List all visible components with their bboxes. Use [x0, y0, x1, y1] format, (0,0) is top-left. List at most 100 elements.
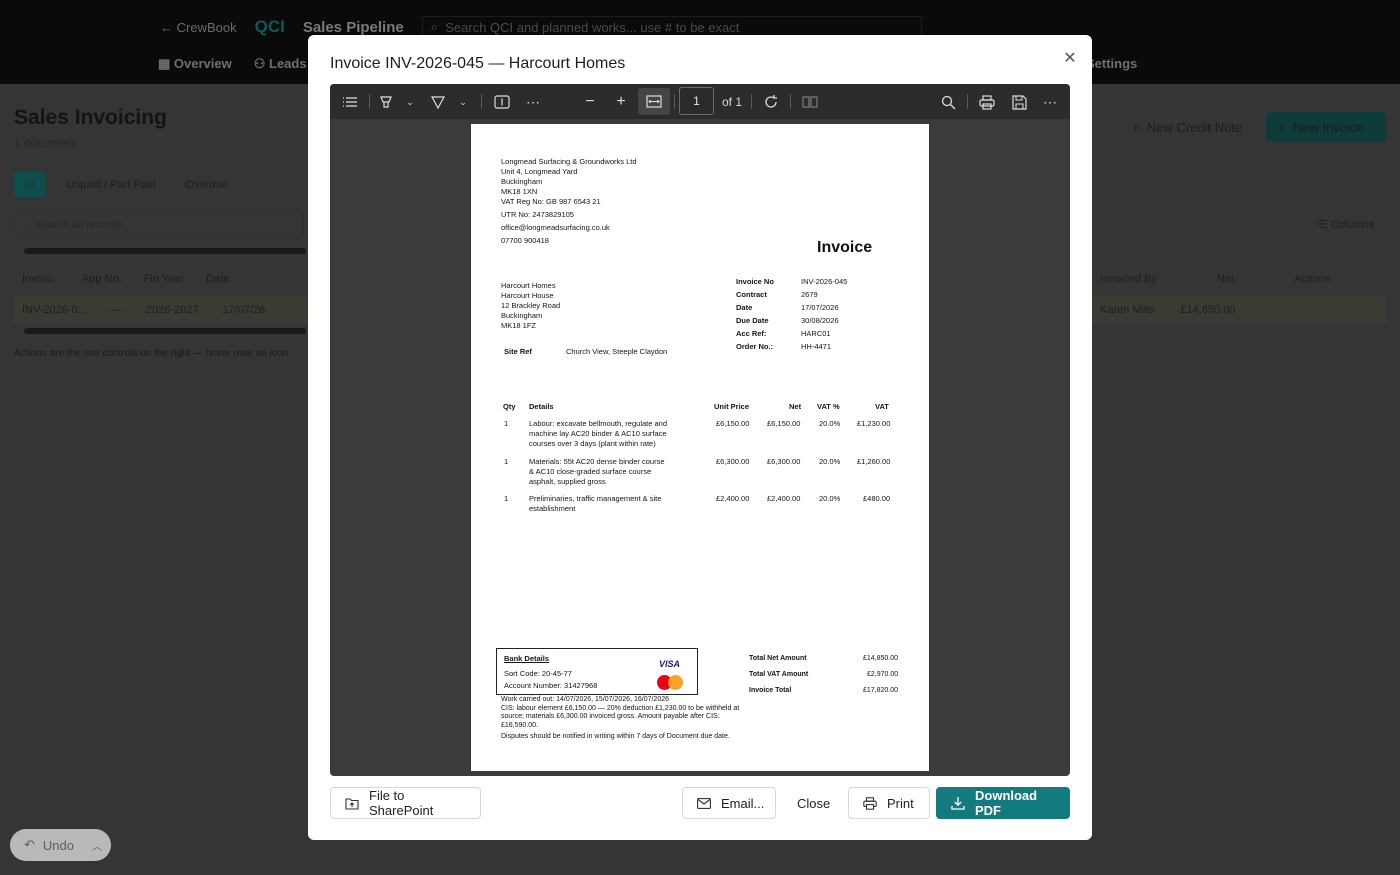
col-app-no[interactable]: App No. [82, 273, 122, 285]
records-search-input[interactable]: ⌕ Search all records... [14, 212, 304, 236]
meta-value: 30/08/2026 [801, 316, 839, 325]
invoice-modal: Invoice INV-2026-045 — Harcourt Homes ✕ … [308, 35, 1092, 840]
columns-button[interactable]: ☰ Columns [1318, 218, 1374, 231]
filter-chips: All Unpaid / Part Paid Overdue [14, 172, 238, 198]
line-net: £6,150.00 [767, 419, 801, 428]
site-ref-value: Church View, Steeple Claydon [566, 347, 668, 356]
chevron-up-icon[interactable]: ︿ [92, 838, 102, 853]
header-vat-pct: VAT % [817, 402, 840, 411]
main-nav: ▦ Overview ⚇ Leads Settings [158, 56, 1137, 72]
col-fin-year[interactable]: Fin Year [144, 273, 184, 285]
col-invoiced-by[interactable]: Invoiced By [1100, 273, 1157, 285]
meta-label: Contract [736, 290, 767, 299]
pdf-viewer: ⌄ ⌄ ⋯ − + 1 of 1 ⋯ Longmead Surfacing & … [330, 84, 1070, 776]
download-pdf-button[interactable]: Download PDF [936, 787, 1070, 819]
filter-overdue[interactable]: Overdue [176, 172, 238, 198]
cell-invoiced-by: Karen Mills [1100, 304, 1155, 316]
customer-line: Harcourt House [501, 291, 554, 300]
meta-value: 17/07/2026 [801, 303, 839, 312]
nav-leads[interactable]: ⚇ Leads [254, 56, 307, 72]
zoom-in-icon[interactable]: + [613, 91, 629, 113]
zoom-out-icon[interactable]: − [582, 91, 598, 113]
back-link[interactable]: ← CrewBook [160, 20, 237, 35]
customer-line: 12 Brackley Road [501, 301, 561, 310]
fit-width-button[interactable] [638, 88, 670, 115]
undo-icon: ↶ [24, 837, 35, 852]
undo-button[interactable]: ↶ Undo ︿ [10, 829, 111, 861]
sort-code: Sort Code: 20-45-77 [504, 669, 572, 678]
header-net: Net [789, 402, 802, 411]
col-net[interactable]: Net [1217, 273, 1234, 285]
note-line: source; materials £6,300.00 invoiced gro… [501, 713, 720, 720]
customer-address: Harcourt Homes Harcourt House 12 Brackle… [501, 281, 560, 331]
col-actions: Actions [1294, 273, 1331, 285]
save-icon[interactable] [1010, 91, 1028, 113]
printer-icon[interactable] [978, 91, 996, 113]
sharepoint-label: File to SharePoint [369, 788, 434, 818]
utr-number: UTR No: 2473829105 [501, 210, 574, 219]
page-number-input[interactable]: 1 [679, 87, 714, 115]
page-count: of 1 [721, 95, 742, 109]
line-unit-price: £2,400.00 [716, 494, 750, 503]
new-credit-note-button[interactable]: + New Credit Note [1120, 112, 1254, 142]
folder-upload-icon [345, 796, 359, 810]
bank-title: Bank Details [504, 654, 550, 663]
bank-details-box: Bank Details Sort Code: 20-45-77 Account… [496, 648, 698, 695]
supplier-line: Longmead Surfacing & Groundworks Ltd [501, 157, 637, 166]
toolbar-separator [967, 94, 968, 109]
contents-icon[interactable] [340, 91, 360, 113]
filter-unpaid[interactable]: Unpaid / Part Paid [56, 172, 165, 198]
line-net: £2,400.00 [767, 494, 801, 503]
supplier-line: MK18 1XN [501, 187, 538, 196]
nav-settings[interactable]: Settings [1086, 56, 1137, 71]
cell-net: £14,850.00 [1180, 304, 1236, 316]
total-label: Total Net Amount [749, 655, 807, 662]
chevron-down-icon[interactable]: ⌄ [404, 91, 416, 113]
table-scrollbar[interactable] [24, 248, 306, 254]
account-number: Account Number: 31427968 [504, 681, 598, 690]
note-line: £16,590.00. [501, 721, 538, 729]
chevron-down-icon[interactable]: ⌄ [457, 91, 469, 113]
more-options-icon[interactable]: ⋯ [1041, 91, 1059, 113]
table-row[interactable]: INV-2026-0... — 2026-2027 17/07/26 [14, 296, 308, 324]
toolbar-separator [751, 94, 752, 109]
meta-value: HH-4471 [801, 342, 832, 351]
table-row-right[interactable]: Karen Mills £14,850.00 [1092, 296, 1386, 324]
table-scrollbar-bottom[interactable] [24, 328, 306, 334]
new-invoice-label: New Invoice [1292, 119, 1364, 135]
filter-all[interactable]: All [14, 172, 47, 198]
search-icon[interactable] [939, 91, 957, 113]
col-invoice[interactable]: Invoic... [22, 273, 60, 285]
line-unit-price: £6,150.00 [716, 419, 750, 428]
records-search-placeholder: Search all records... [34, 219, 133, 231]
email-button[interactable]: Email... [682, 787, 776, 819]
text-icon[interactable] [493, 91, 511, 113]
total-value: £17,820.00 [863, 687, 899, 694]
line-net: £6,300.00 [767, 457, 801, 466]
supplier-email: office@longmeadsurfacing.co.uk [501, 223, 610, 232]
line-detail-text: Materials: 55t AC20 dense binder course [529, 457, 665, 466]
total-value: £2,970.00 [867, 671, 899, 678]
print-label: Print [887, 795, 914, 811]
supplier-line: VAT Reg No: GB 987 6543 21 [501, 197, 601, 206]
rotate-icon[interactable] [762, 91, 780, 113]
customer-line: MK18 1FZ [501, 321, 537, 330]
note-line: Work carried out: 14/07/2026, 15/07/2026… [501, 696, 669, 703]
nav-overview[interactable]: ▦ Overview [158, 56, 232, 72]
undo-label: Undo [42, 837, 74, 853]
close-button[interactable]: Close [783, 787, 841, 819]
draw-icon[interactable] [430, 91, 446, 113]
two-page-icon[interactable] [801, 91, 819, 113]
line-vat: £1,230.00 [857, 419, 891, 428]
header-qty: Qty [503, 402, 516, 411]
new-invoice-button[interactable]: + New Invoice [1266, 112, 1386, 142]
col-date[interactable]: Date [206, 273, 229, 285]
highlight-icon[interactable] [378, 91, 394, 113]
close-icon[interactable]: ✕ [1060, 49, 1080, 69]
more-icon[interactable]: ⋯ [524, 91, 542, 113]
supplier-line: Buckingham [501, 177, 543, 186]
file-to-sharepoint-button[interactable]: File to SharePoint [330, 787, 481, 819]
note-line: CIS: labour element £6,150.00 — 20% dedu… [501, 704, 740, 712]
print-button[interactable]: Print [848, 787, 930, 819]
app-logo[interactable]: QCI [255, 17, 285, 37]
